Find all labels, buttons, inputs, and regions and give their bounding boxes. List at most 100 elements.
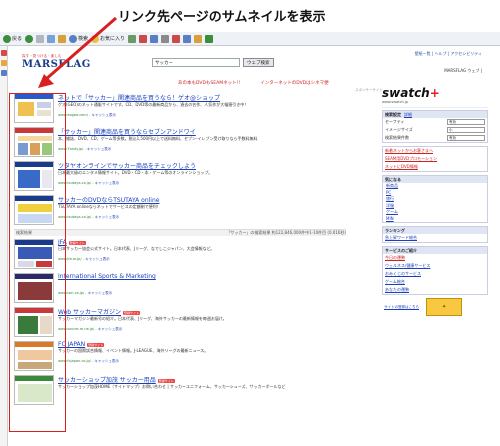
option-select[interactable]: 有効: [447, 135, 485, 141]
site-register: サイトの登録はこちら ✦: [382, 298, 488, 316]
print-icon[interactable]: [161, 34, 170, 43]
result-title[interactable]: サッカーのDVDならTSUTAYA online: [58, 195, 346, 204]
ad-link[interactable]: SEAM用DVDプロモーション: [383, 155, 487, 163]
cache-link[interactable]: キャッシュ表示: [91, 113, 116, 117]
web-search-button[interactable]: ウェブ検索: [243, 58, 274, 67]
option-image-size: イメージサイズ 小: [383, 126, 487, 134]
option-label: イメージサイズ: [385, 127, 413, 132]
cache-link[interactable]: キャッシュ表示: [98, 327, 123, 331]
top-ad-2[interactable]: インターネットのDVDはシネマ便: [260, 80, 328, 86]
option-results: 検索結果件数 有効: [383, 134, 487, 142]
service-panel: サービスのご紹介 今日の運勢 ウェルネス/健康サービス おみくじのサービス ゲー…: [382, 246, 488, 295]
back-button[interactable]: 戻る: [3, 34, 22, 43]
result-desc: サッカーマガジン最新号の紹介。日本代表、Jリーグ、海外サッカーの最新情報を毎週お…: [58, 316, 227, 321]
sidebar-icon-2[interactable]: [1, 60, 7, 66]
search-input[interactable]: サッカー: [152, 58, 240, 67]
result-title[interactable]: ツタヤオンラインでサッカー商品をチェックしよう: [58, 161, 346, 170]
cache-link[interactable]: キャッシュ表示: [87, 147, 112, 151]
back-label: 戻る: [12, 36, 23, 42]
option-label: セーフティ: [385, 119, 405, 124]
edit-icon[interactable]: [172, 34, 181, 43]
service-link[interactable]: ウェルネス/健康サービス: [383, 262, 487, 270]
result-url: www.fcjapan.co.jp/ - キャッシュ表示: [58, 359, 119, 363]
result-title-text[interactable]: Web サッカーマガジン: [58, 309, 121, 316]
ranking-link[interactable]: 急上昇ワード総合: [383, 234, 487, 242]
banner-ad[interactable]: ✦: [426, 298, 463, 316]
home-icon[interactable]: [58, 34, 67, 43]
related-title: 気になる: [383, 176, 487, 183]
magnifier-icon: [69, 34, 78, 43]
top-links[interactable]: 壁紙一覧 | ヘルプ | アクセシビリティ: [415, 51, 482, 57]
related-panel: 気になる 新商品 PC 旅行 洋服 ゲーム MIN: [382, 175, 488, 223]
result-url: www.tsutaya.co.jp/ - キャッシュ表示: [58, 181, 120, 185]
result-desc: サッカーの国際試合情報、イベント情報。J-LEAGUE、海外リーグの最新ニュース…: [58, 348, 209, 353]
option-select[interactable]: 有効: [447, 119, 485, 125]
result-url: www.eogeo.com/ - キャッシュ表示: [58, 113, 116, 117]
site-register-link[interactable]: サイトの登録はこちら: [384, 305, 419, 309]
result-title[interactable]: International Sports & Marketing: [58, 273, 346, 280]
swatch-ad[interactable]: swatch+ www.swatch.jp: [382, 86, 488, 108]
top-ads: あの本もDVDもSEAMネット!! インターネットのDVDはシネマ便: [178, 80, 329, 86]
cache-link[interactable]: キャッシュ表示: [95, 181, 120, 185]
search-label: 検索: [78, 36, 89, 42]
web-label: MARSFLAG ウェブ |: [444, 68, 482, 73]
sidebar-icon-3[interactable]: [1, 70, 7, 76]
ad-link[interactable]: 新着ネットからお客さまへ: [383, 147, 487, 155]
service-link[interactable]: おみくじのサービス: [383, 270, 487, 278]
stop-icon[interactable]: [36, 34, 45, 43]
result-title[interactable]: JFA 登録サイト: [58, 239, 346, 246]
ad-link[interactable]: ネットにDVD情報: [383, 163, 487, 171]
cache-link[interactable]: キャッシュ表示: [95, 215, 120, 219]
result-title[interactable]: 「サッカー」関連商品を買うならセブンアンドワイ: [58, 127, 346, 136]
messenger-icon[interactable]: [194, 34, 203, 43]
discuss-icon[interactable]: [183, 34, 192, 43]
service-link[interactable]: ゲーム総合: [383, 278, 487, 286]
favorites-label: お気に入り: [100, 36, 126, 42]
results-count: 「サッカー」の検索結果 約122,846,000件中1-10件目 (0.016秒…: [226, 230, 346, 235]
favorites-button[interactable]: お気に入り: [91, 34, 125, 43]
option-label: 検索結果件数: [385, 135, 409, 140]
thumbnail-highlight: [9, 93, 66, 432]
refresh-icon[interactable]: [47, 34, 56, 43]
settings-panel: 検索設定 詳細 セーフティ 有効 イメージサイズ 小 検索結果件数 有効: [382, 110, 488, 143]
result-title[interactable]: FC JAPAN 登録サイト: [58, 341, 346, 348]
result-url: www.7andy.jp/ - キャッシュ表示: [58, 147, 112, 151]
history-icon[interactable]: [128, 34, 137, 43]
settings-header: 検索設定 詳細: [383, 111, 487, 118]
search-button-toolbar[interactable]: 検索: [69, 34, 88, 43]
result-url: www.jfa.or.jp/ - キャッシュ表示: [58, 257, 110, 261]
back-arrow-icon: [3, 34, 11, 43]
related-link[interactable]: MIN: [383, 216, 487, 223]
site-logo[interactable]: 探す・見つける・楽しむ MARSFLAG: [22, 54, 100, 78]
option-select[interactable]: 小: [447, 127, 485, 133]
result-title-text[interactable]: サッカーショップ加茂 サッカー用品: [58, 377, 156, 384]
result-url: www.soccer-m.ne.jp/ - キャッシュ表示: [58, 327, 123, 331]
result-title[interactable]: Web サッカーマガジン 登録サイト: [58, 307, 346, 316]
cache-link[interactable]: キャッシュ表示: [85, 257, 110, 261]
settings-detail-link[interactable]: 詳細: [404, 112, 412, 118]
research-icon[interactable]: [205, 34, 214, 43]
top-ad-1[interactable]: あの本もDVDもSEAMネット!!: [178, 80, 240, 86]
search-row: サッカー ウェブ検索: [152, 58, 274, 67]
sidebar-icon-1[interactable]: [1, 50, 7, 56]
logo-text: MARSFLAG: [22, 59, 91, 70]
forward-arrow-icon[interactable]: [25, 34, 34, 43]
service-title: サービスのご紹介: [383, 247, 487, 254]
result-title[interactable]: サッカーショップ加茂 サッカー用品 登録サイト: [58, 375, 346, 384]
service-link[interactable]: あなたの運勢: [383, 286, 487, 294]
result-title[interactable]: ネットで「サッカー」関連商品を買うなら！ゲオ@ショップ: [58, 93, 346, 102]
ranking-title: ランキング: [383, 227, 487, 234]
ranking-panel: ランキング 急上昇ワード総合: [382, 226, 488, 243]
result-desc: 日本最大級のエンタメ情報サイト。DVD・CD・本・ゲーム等のオンラインショップ。: [58, 170, 213, 175]
right-sidebar: swatch+ www.swatch.jp 検索設定 詳細 セーフティ 有効 イ…: [382, 86, 488, 316]
callout-text: リンク先ページのサムネイルを表示: [118, 10, 326, 25]
media-icon[interactable]: [139, 34, 148, 43]
result-desc: TSUTAYA onlineならネットでサービスの定額制で便利！: [58, 204, 161, 209]
browser-toolbar: 戻る 検索 お気に入り: [0, 32, 500, 46]
service-link[interactable]: 今日の運勢: [383, 254, 487, 262]
mail-icon[interactable]: [150, 34, 159, 43]
ads-panel: 新着ネットからお客さまへ SEAM用DVDプロモーション ネットにDVD情報: [382, 146, 488, 172]
cache-link[interactable]: キャッシュ表示: [88, 291, 113, 295]
registered-badge: 登録サイト: [157, 378, 175, 383]
cache-link[interactable]: キャッシュ表示: [94, 359, 119, 363]
